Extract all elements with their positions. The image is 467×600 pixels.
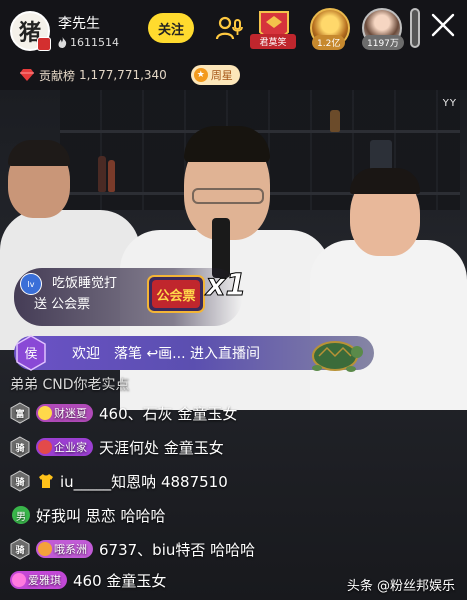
close-icon[interactable] (430, 12, 456, 38)
gift-label: 公会票 (156, 288, 195, 304)
host-name: 李先生 (58, 16, 100, 32)
chat-message[interactable]: 骑 企业家 天涯何处 金童玉女 (10, 434, 224, 460)
bottle (330, 110, 340, 132)
week-star-label: 周星 (210, 69, 233, 82)
rank-badge-label: 君莫笑 (250, 34, 296, 49)
chat-text: 460 金童玉女 (73, 571, 167, 590)
chat-text: 6737、biu特否 哈哈哈 (99, 540, 256, 559)
chat-text: 天涯何处 金童玉女 (99, 438, 224, 457)
chat-message: 弟弟 CND你老实点 (10, 371, 129, 397)
level-text: 骑 (15, 545, 25, 556)
chat-text: iu_____知恩呐 4887510 (60, 472, 228, 491)
chat-text: 460、石灰 金童玉女 (99, 404, 238, 423)
co-host-icon[interactable] (214, 14, 244, 44)
fan-badge-label: 哦系洲 (54, 543, 87, 556)
rank-glyph: 侯 (24, 347, 37, 362)
shirt-icon (39, 474, 53, 488)
star-icon: ★ (193, 68, 208, 82)
top-bar: 猪 李先生 1611514 关注 君莫笑 1.2亿 1197万 (0, 0, 467, 60)
avatar-badge-icon (37, 37, 51, 51)
fan-badge-label: 爱雅琪 (28, 574, 61, 587)
gift-action: 送 公会票 (34, 297, 91, 312)
fan-badge-icon (38, 440, 52, 454)
fan-badge-label: 企业家 (54, 441, 87, 454)
watermark: 头条 @粉丝邦娱乐 (346, 579, 455, 594)
chat-message[interactable]: 骑 iu_____知恩呐 4887510 (10, 468, 228, 494)
gift-multiplier: x1 (205, 268, 247, 304)
welcome-text: 欢迎 落笔 ↩画... 进入直播间 (72, 346, 260, 362)
chat-text: 好我叫 思恋 哈哈哈 (36, 506, 166, 525)
contribution-label[interactable]: 贡献榜 (39, 67, 75, 84)
fan-badge: 哦系洲 (36, 540, 93, 558)
fan-badge: 爱雅琪 (10, 571, 67, 589)
host-fans: 1611514 (58, 36, 119, 49)
viewer-count: 1197万 (362, 35, 404, 50)
fan-badge-label: 财迷夏 (54, 407, 87, 420)
fire-icon (58, 37, 67, 48)
shelf-line (60, 130, 460, 133)
user-level-icon: 骑 (10, 436, 30, 458)
chat-message[interactable]: 骑 哦系洲 6737、biu特否 哈哈哈 (10, 536, 255, 562)
yy-logo: YY (442, 98, 457, 109)
fans-count: 1611514 (70, 36, 119, 49)
fan-badge-icon (38, 406, 52, 420)
gift-user-name[interactable]: 吃饭睡觉打 (52, 272, 117, 291)
gift-user-badge: lv (20, 273, 42, 295)
user-level-icon: 骑 (10, 538, 30, 560)
fan-badge-icon (38, 542, 52, 556)
level-text: 富 (15, 409, 25, 420)
level-text: 骑 (15, 443, 25, 454)
turtle-mount-icon (312, 341, 363, 372)
person-center-hair (184, 126, 270, 162)
level-text: 骑 (15, 477, 25, 488)
follow-button[interactable]: 关注 (148, 13, 194, 43)
chat-message[interactable]: 富 财迷夏 460、石灰 金童玉女 (10, 400, 237, 426)
chat-message[interactable]: 爱雅琪 460 金童玉女 (10, 567, 166, 593)
top-viewer-avatar[interactable] (410, 8, 420, 48)
guild-ticket-gift-icon: 公会票 (147, 275, 205, 313)
glasses (192, 188, 264, 204)
person-right-body (310, 240, 467, 410)
fan-badge: 财迷夏 (36, 404, 93, 422)
bottle (98, 156, 106, 192)
viewer-count: 1.2亿 (312, 35, 346, 50)
noble-rank-icon: 侯 (16, 335, 46, 371)
user-level-icon: 骑 (10, 470, 30, 492)
host-info[interactable]: 猪 李先生 1611514 (10, 10, 119, 52)
host-avatar[interactable]: 猪 (10, 11, 51, 51)
chat-text: 弟弟 CND你老实点 (10, 377, 130, 393)
week-star-button[interactable]: ★ 周星 (190, 65, 240, 85)
user-level-icon: 富 (10, 402, 30, 424)
male-badge-icon: 男 (12, 506, 30, 524)
bottle (108, 160, 115, 192)
fan-badge-icon (12, 573, 26, 587)
fan-badge: 企业家 (36, 438, 93, 456)
diamond-icon (20, 69, 34, 81)
contribution-value: 1,177,771,340 (79, 68, 167, 82)
person-right-hair (350, 168, 420, 194)
chat-message[interactable]: 男 好我叫 思恋 哈哈哈 (10, 502, 166, 528)
person-left-hair (8, 140, 70, 166)
contribution-bar: 贡献榜 1,177,771,340 ★ 周星 (0, 60, 467, 90)
